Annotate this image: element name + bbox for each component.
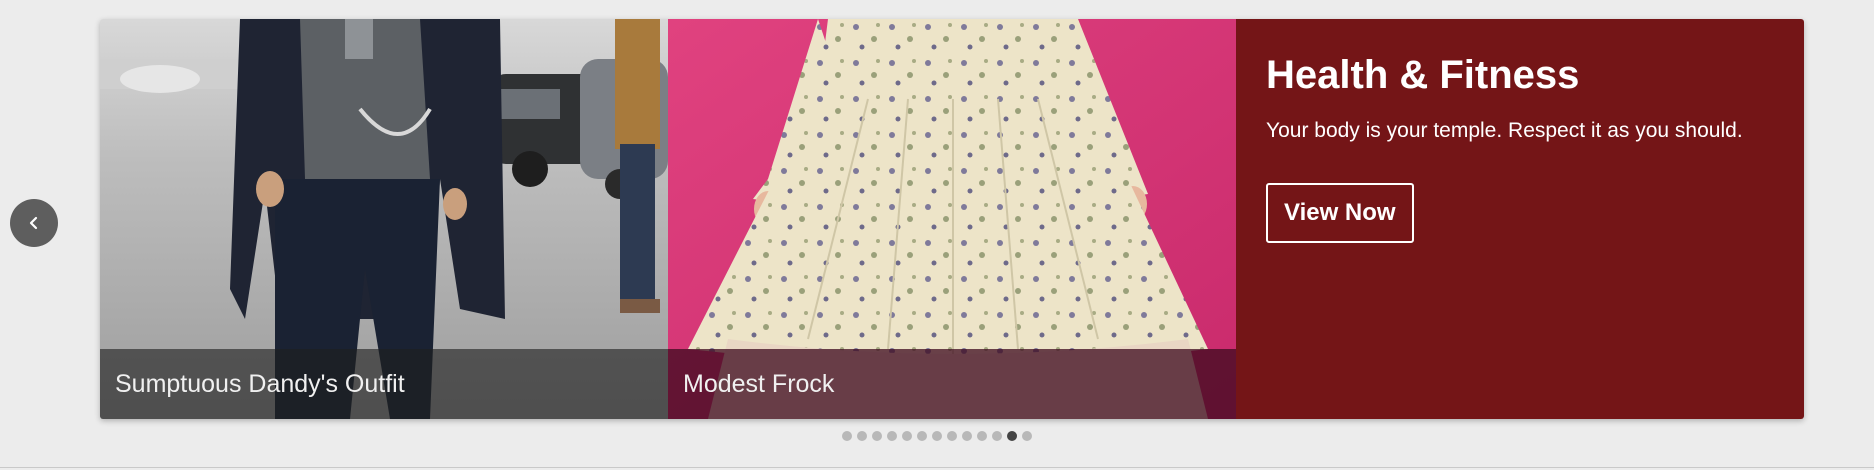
divider bbox=[0, 467, 1874, 468]
pagination-dot[interactable] bbox=[947, 431, 957, 441]
carousel-pagination bbox=[0, 431, 1874, 441]
pagination-dot[interactable] bbox=[962, 431, 972, 441]
pagination-dot[interactable] bbox=[992, 431, 1002, 441]
promo-panel: Health & Fitness Your body is your templ… bbox=[1236, 19, 1804, 419]
pagination-dot[interactable] bbox=[917, 431, 927, 441]
promo-subtitle: Your body is your temple. Respect it as … bbox=[1266, 119, 1743, 142]
view-now-button[interactable]: View Now bbox=[1266, 183, 1414, 243]
pagination-dot[interactable] bbox=[872, 431, 882, 441]
slide-modest-frock[interactable]: Modest Frock bbox=[668, 19, 1236, 419]
slide-caption: Modest Frock bbox=[668, 349, 1236, 419]
pagination-dot[interactable] bbox=[857, 431, 867, 441]
pagination-dot[interactable] bbox=[977, 431, 987, 441]
slide-caption: Sumptuous Dandy's Outfit bbox=[100, 349, 668, 419]
pagination-dot[interactable] bbox=[1022, 431, 1032, 441]
pagination-dot[interactable] bbox=[887, 431, 897, 441]
slide-dandy-outfit[interactable]: Sumptuous Dandy's Outfit bbox=[100, 19, 668, 419]
promo-title: Health & Fitness bbox=[1266, 53, 1580, 97]
pagination-dot[interactable] bbox=[842, 431, 852, 441]
page: Sumptuous Dandy's Outfit Modest Frock He… bbox=[0, 0, 1874, 470]
pagination-dot-active[interactable] bbox=[1007, 431, 1017, 441]
carousel-prev-button[interactable] bbox=[10, 199, 58, 247]
carousel: Sumptuous Dandy's Outfit Modest Frock He… bbox=[100, 19, 1804, 419]
pagination-dot[interactable] bbox=[932, 431, 942, 441]
chevron-left-icon bbox=[29, 216, 38, 230]
pagination-dot[interactable] bbox=[902, 431, 912, 441]
